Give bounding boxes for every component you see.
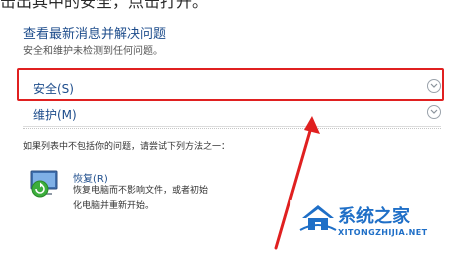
watermark-brand: 系统之家 xyxy=(338,206,410,227)
section-maintenance[interactable]: 维护(M) xyxy=(23,100,441,127)
recovery-description-line1: 恢复电脑而不影响文件，或者初始 xyxy=(73,186,209,196)
recovery-link[interactable]: 恢复(R) xyxy=(73,170,108,185)
recovery-description: 恢复电脑而不影响文件，或者初始 化电脑并重新开始。 xyxy=(73,184,223,214)
divider xyxy=(23,128,441,129)
house-logo-icon xyxy=(298,200,338,234)
page-title: 查看最新消息并解决问题 xyxy=(23,27,167,42)
expand-chevron-icon[interactable] xyxy=(427,105,441,119)
section-maintenance-label: 维护(M) xyxy=(33,108,77,122)
recovery-icon xyxy=(28,167,62,201)
highlight-box xyxy=(17,68,444,101)
hint-text: 如果列表中不包括你的问题，请尝试下列方法之一： xyxy=(23,142,231,152)
top-caption: 击出其中的安全，点击打开。 xyxy=(0,0,209,11)
page-subtitle: 安全和维护未检测到任何问题。 xyxy=(23,46,163,57)
watermark-url: XITONGZHIJIA.NET xyxy=(338,228,428,237)
recovery-description-line2: 化电脑并重新开始。 xyxy=(73,201,155,211)
